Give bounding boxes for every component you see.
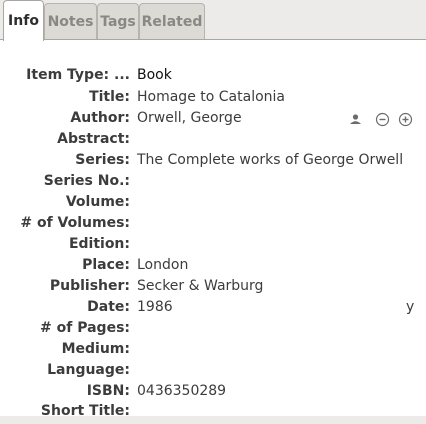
- date-format-indicator: y: [406, 299, 415, 315]
- info-panel: Item Type: ... Book Title: Homage to Cat…: [0, 39, 426, 419]
- person-icon[interactable]: [348, 112, 363, 127]
- field-value-isbn[interactable]: 0436350289: [137, 383, 226, 399]
- field-label-num-pages: # of Pages:: [40, 320, 130, 336]
- field-label-num-volumes: # of Volumes:: [20, 215, 130, 231]
- item-type-select[interactable]: Book: [137, 67, 172, 83]
- field-row-item-type: Item Type: ... Book: [0, 67, 426, 88]
- field-value-date[interactable]: 1986: [137, 299, 173, 315]
- tab-tags[interactable]: Tags: [97, 3, 139, 40]
- field-value-series[interactable]: The Complete works of George Orwell: [137, 152, 403, 168]
- field-value-author[interactable]: Orwell, George: [137, 110, 242, 126]
- field-row-abstract: Abstract:: [0, 131, 426, 152]
- field-row-edition: Edition:: [0, 236, 426, 257]
- field-row-publisher: Publisher: Secker & Warburg: [0, 278, 426, 299]
- field-label-title: Title:: [89, 89, 130, 105]
- field-label-item-type: Item Type: ...: [26, 67, 130, 83]
- field-row-num-volumes: # of Volumes:: [0, 215, 426, 236]
- plus-circle-icon[interactable]: [398, 112, 413, 127]
- field-row-language: Language:: [0, 362, 426, 383]
- field-label-language: Language:: [47, 362, 130, 378]
- field-row-author: Author: Orwell, George: [0, 110, 426, 131]
- field-label-date: Date:: [87, 299, 130, 315]
- field-row-num-pages: # of Pages:: [0, 320, 426, 341]
- field-row-isbn: ISBN: 0436350289: [0, 383, 426, 404]
- field-value-publisher[interactable]: Secker & Warburg: [137, 278, 263, 294]
- field-label-short-title: Short Title:: [40, 403, 130, 419]
- field-row-medium: Medium:: [0, 341, 426, 362]
- field-label-place: Place:: [82, 257, 130, 273]
- tab-related[interactable]: Related: [139, 3, 205, 40]
- field-label-volume: Volume:: [65, 194, 130, 210]
- field-row-series: Series: The Complete works of George Orw…: [0, 152, 426, 173]
- field-value-title[interactable]: Homage to Catalonia: [137, 89, 285, 105]
- field-label-abstract: Abstract:: [57, 131, 130, 147]
- field-label-edition: Edition:: [68, 236, 130, 252]
- minus-circle-icon[interactable]: [375, 112, 390, 127]
- field-row-short-title: Short Title:: [0, 403, 426, 424]
- field-label-series: Series:: [75, 152, 130, 168]
- tab-notes[interactable]: Notes: [44, 3, 97, 40]
- field-row-series-no: Series No.:: [0, 173, 426, 194]
- field-row-title: Title: Homage to Catalonia: [0, 89, 426, 110]
- field-label-isbn: ISBN:: [86, 383, 130, 399]
- field-row-date: Date: 1986 y: [0, 299, 426, 320]
- field-row-place: Place: London: [0, 257, 426, 278]
- field-label-author[interactable]: Author:: [70, 110, 130, 126]
- field-label-publisher: Publisher:: [49, 278, 130, 294]
- field-label-series-no: Series No.:: [43, 173, 130, 189]
- tab-info[interactable]: Info: [3, 0, 44, 41]
- field-value-place[interactable]: London: [137, 257, 188, 273]
- field-label-medium: Medium:: [61, 341, 130, 357]
- field-row-volume: Volume:: [0, 194, 426, 215]
